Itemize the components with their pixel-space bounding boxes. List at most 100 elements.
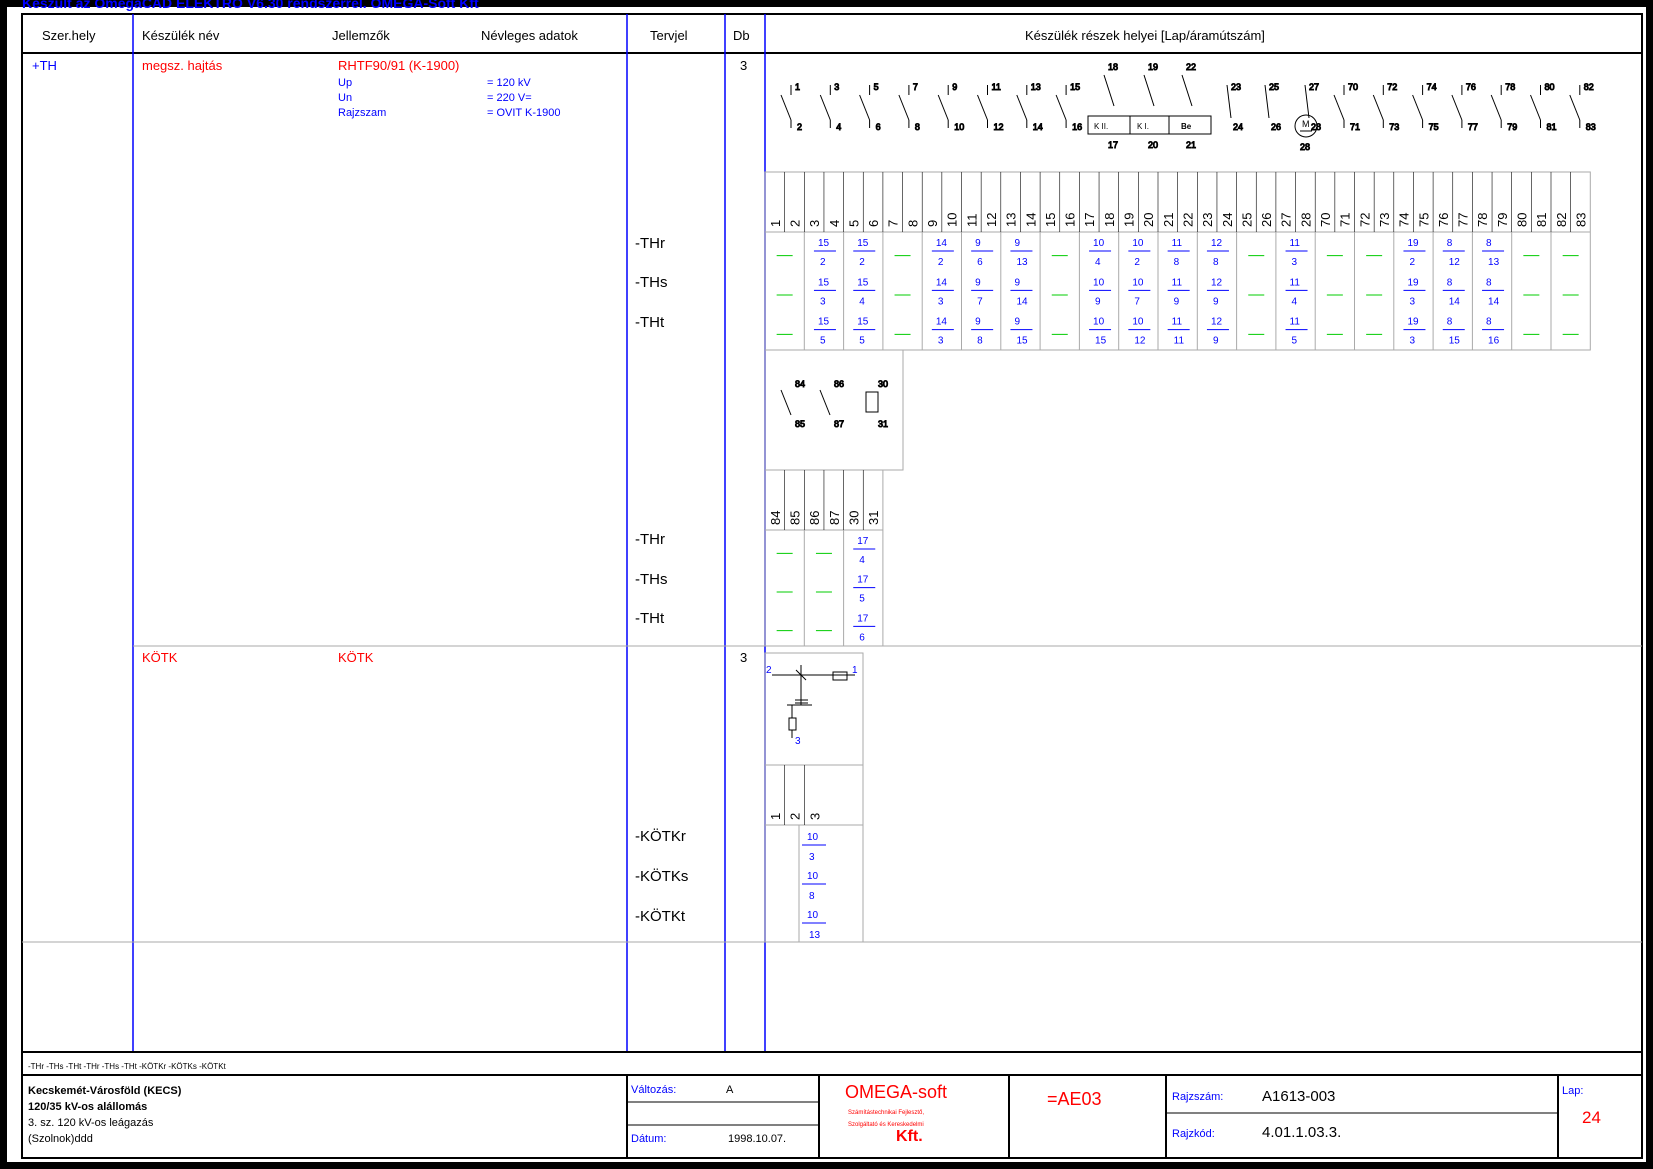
header-db: Db <box>733 28 750 43</box>
ref-path: 2 <box>1409 257 1415 268</box>
ref-path: 4 <box>1095 257 1101 268</box>
device1-db: 3 <box>740 58 747 73</box>
pin-bottom: 12 <box>994 122 1004 132</box>
ref-page: 11 <box>1172 317 1183 328</box>
coil-pin-bottom: 20 <box>1148 140 1158 150</box>
kotk-ref-page: 10 <box>807 832 819 843</box>
ref-path: 7 <box>977 296 983 307</box>
ref-page: 11 <box>1290 238 1301 249</box>
datum-label: Dátum: <box>631 1133 666 1145</box>
tervjel-kotkr: -KÖTKr <box>635 827 686 845</box>
pin-bottom: 16 <box>1072 122 1082 132</box>
pin-bottom: 87 <box>834 419 844 429</box>
col-header-20: 20 <box>1141 213 1156 227</box>
ref-page: 8 <box>1486 238 1492 249</box>
pin-top: 84 <box>795 379 805 389</box>
pin-top: 70 <box>1348 82 1358 92</box>
ref-page: 11 <box>1290 277 1301 288</box>
pin-bottom: 83 <box>1586 122 1596 132</box>
ref-page: 10 <box>1093 317 1105 328</box>
coil-pin-top: 18 <box>1108 62 1118 72</box>
header-reszek: Készülék részek helyei [Lap/áramútszám] <box>1025 28 1265 43</box>
ref-path: 9 <box>1095 296 1101 307</box>
col-header-28: 28 <box>1298 213 1313 227</box>
tervjel-tht: -THt <box>635 314 665 331</box>
ref-page: 10 <box>1132 277 1144 288</box>
col-header-23: 23 <box>1200 213 1215 227</box>
ref-path: 6 <box>977 257 983 268</box>
col-header-16: 16 <box>1063 213 1078 227</box>
ref-path: 2 <box>859 257 865 268</box>
ref-page: 9 <box>975 277 981 288</box>
tervjel-ths: -THs <box>635 274 668 291</box>
kotk-pin-2: 2 <box>766 665 772 676</box>
ref-path: 14 <box>1016 296 1028 307</box>
pin-bottom: 75 <box>1429 122 1439 132</box>
ref-page: 8 <box>1486 317 1492 328</box>
ref-path: 3 <box>1409 336 1415 347</box>
ref-path: 6 <box>859 632 865 643</box>
valtozas-label: Változás: <box>631 1084 676 1096</box>
lap-value: 24 <box>1582 1108 1601 1127</box>
pin-bottom: 79 <box>1507 122 1517 132</box>
col-header-26: 26 <box>1259 213 1274 227</box>
ref-path: 4 <box>1292 296 1298 307</box>
ref-page: 17 <box>857 575 869 586</box>
device2-db: 3 <box>740 650 747 665</box>
footer-list: -THr -THs -THt -THr -THs -THt -KÖTKr -KÖ… <box>28 1062 227 1071</box>
col-header-79: 79 <box>1495 213 1510 227</box>
col-header-25: 25 <box>1239 213 1254 227</box>
rajzkod-label: Rajzkód: <box>1172 1128 1215 1140</box>
pin-top: 11 <box>992 82 1001 92</box>
tervjel-kotks: -KÖTKs <box>635 867 688 885</box>
col-header-4: 4 <box>827 220 842 227</box>
pin-bottom: 71 <box>1350 122 1360 132</box>
header-szer-hely: Szer.hely <box>42 28 96 43</box>
ref-path: 8 <box>1213 257 1219 268</box>
col-header-9: 9 <box>925 220 940 227</box>
col-header-3: 3 <box>807 220 822 227</box>
ref-page: 15 <box>818 277 830 288</box>
ref-path: 4 <box>859 555 865 566</box>
col-header-84: 84 <box>768 511 783 525</box>
col-header-13: 13 <box>1004 213 1019 227</box>
col-header-70: 70 <box>1318 213 1333 227</box>
pin-top: 82 <box>1584 82 1594 92</box>
ref-page: 15 <box>818 317 830 328</box>
pin-top: 5 <box>874 82 879 92</box>
ref-path: 5 <box>859 594 865 605</box>
motor-label: M <box>1302 119 1310 129</box>
pin-top: 1 <box>795 82 800 92</box>
ref-path: 3 <box>938 296 944 307</box>
kotk-col-2: 2 <box>788 813 803 820</box>
ref-page: 17 <box>857 613 869 624</box>
col-header-73: 73 <box>1377 213 1392 227</box>
ref-path: 9 <box>1213 336 1219 347</box>
param-label-un: Un <box>338 92 352 104</box>
rajzszam-label: Rajzszám: <box>1172 1091 1223 1103</box>
pin-top: 78 <box>1505 82 1515 92</box>
pin-bottom: 81 <box>1547 122 1557 132</box>
ref-path: 3 <box>820 296 826 307</box>
ref-page: 9 <box>1014 238 1020 249</box>
company-kft: Kft. <box>896 1128 923 1145</box>
ref-page: 8 <box>1447 317 1453 328</box>
tervjel2-tht: -THt <box>635 610 665 627</box>
ref-path: 3 <box>1409 296 1415 307</box>
ref-page: 9 <box>975 317 981 328</box>
kotk-ref-path: 8 <box>809 891 815 902</box>
col-header-14: 14 <box>1023 213 1038 227</box>
ref-page: 17 <box>857 536 869 547</box>
pin-top: 15 <box>1070 82 1080 92</box>
pin-top: 30 <box>878 379 888 389</box>
col-header-11: 11 <box>964 214 979 228</box>
col-header-8: 8 <box>905 220 920 227</box>
col-header-80: 80 <box>1515 213 1530 227</box>
ref-page: 14 <box>936 317 948 328</box>
col-header-83: 83 <box>1573 213 1588 227</box>
col-header-7: 7 <box>886 220 901 227</box>
ref-path: 7 <box>1134 296 1140 307</box>
ref-page: 19 <box>1407 317 1419 328</box>
title-line-2: 120/35 kV-os alállomás <box>28 1101 147 1113</box>
device1-szer-hely: +TH <box>32 58 57 73</box>
